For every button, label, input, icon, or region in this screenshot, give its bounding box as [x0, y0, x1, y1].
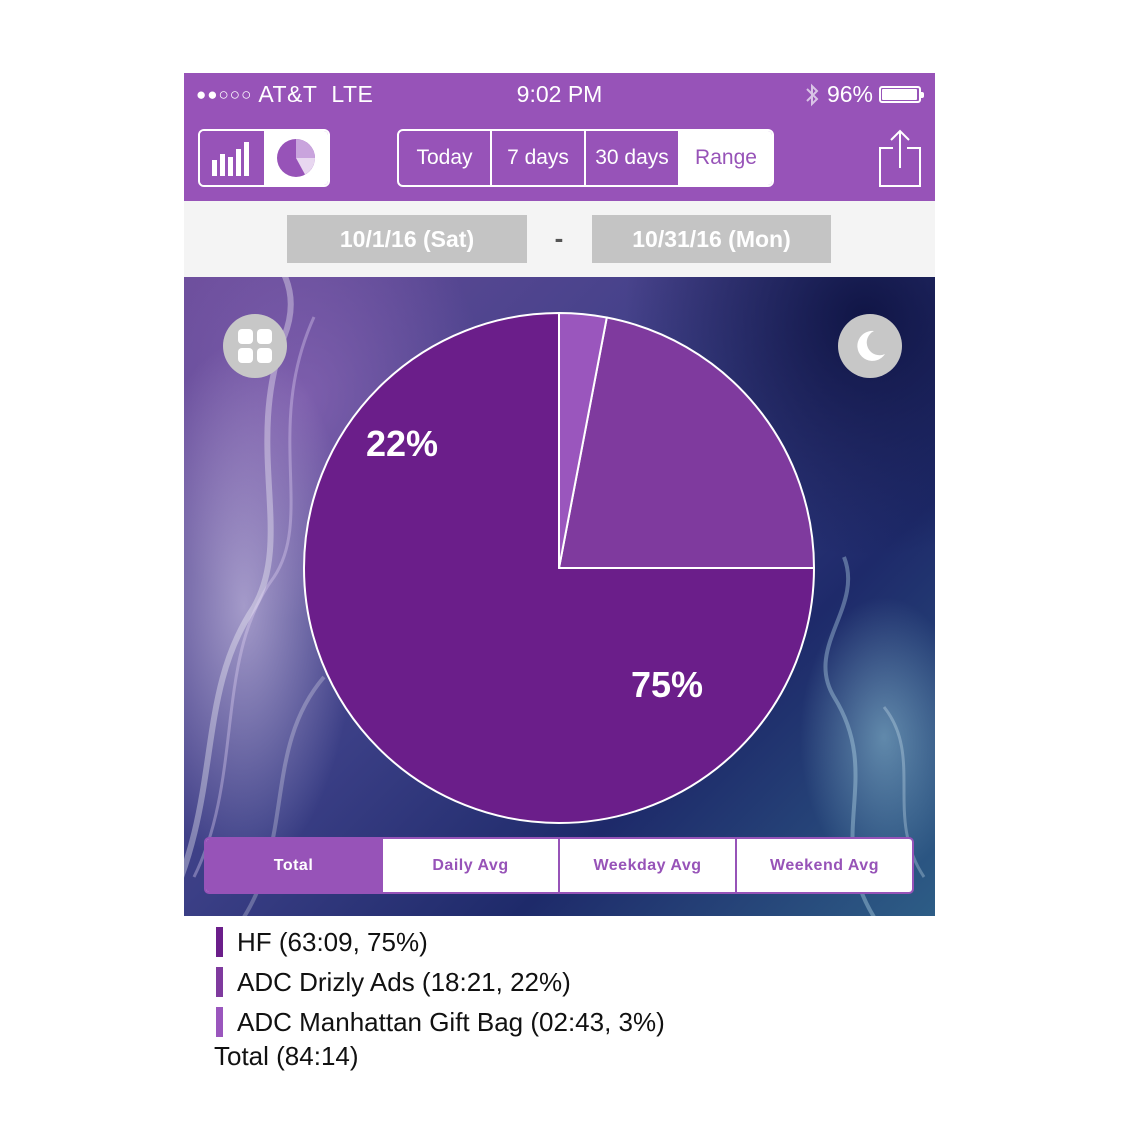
bluetooth-icon — [806, 83, 819, 106]
tab-weekend-avg[interactable]: Weekend Avg — [735, 839, 912, 892]
tab-range[interactable]: Range — [678, 131, 772, 185]
smoke-wisp — [192, 316, 316, 878]
range-tabs: Today 7 days 30 days Range — [397, 129, 774, 187]
battery-fill — [882, 89, 917, 100]
tab-7-days[interactable]: 7 days — [490, 131, 584, 185]
date-range-bar: 10/1/16 (Sat) - 10/31/16 (Mon) — [184, 201, 935, 277]
legend-swatch — [216, 1007, 223, 1037]
grid-icon — [238, 329, 272, 363]
share-icon[interactable] — [878, 128, 922, 188]
end-date-button[interactable]: 10/31/16 (Mon) — [592, 215, 831, 263]
tab-today[interactable]: Today — [399, 131, 490, 185]
view-toggle — [198, 129, 330, 187]
date-separator: - — [554, 223, 564, 253]
status-bar: ●●○○○ AT&T LTE 9:02 PM 96% — [184, 73, 935, 115]
pie-chart — [184, 277, 926, 916]
bar-view-button[interactable] — [200, 131, 264, 185]
night-mode-button[interactable] — [838, 314, 902, 378]
status-right: 96% — [803, 81, 924, 108]
grid-menu-button[interactable] — [223, 314, 287, 378]
pie-chart-icon — [277, 139, 315, 177]
pie-data-label: 22% — [366, 423, 439, 464]
pie-slices — [303, 312, 815, 824]
legend-swatch — [216, 967, 223, 997]
app-screen: ●●○○○ AT&T LTE 9:02 PM 96% Today 7 days … — [184, 73, 935, 1083]
pie-data-label: 75% — [631, 664, 704, 705]
legend-item: ADC Manhattan Gift Bag (02:43, 3%) — [216, 1002, 916, 1042]
tab-30-days[interactable]: 30 days — [584, 131, 678, 185]
legend-label: ADC Manhattan Gift Bag (02:43, 3%) — [237, 1006, 665, 1037]
tab-total[interactable]: Total — [206, 839, 381, 892]
stat-tabs: Total Daily Avg Weekday Avg Weekend Avg — [204, 837, 914, 894]
tab-daily-avg[interactable]: Daily Avg — [381, 839, 558, 892]
legend-item: HF (63:09, 75%) — [216, 922, 916, 962]
legend-item: ADC Drizly Ads (18:21, 22%) — [216, 962, 916, 1002]
bar-chart-icon — [212, 142, 249, 176]
legend-label: ADC Drizly Ads (18:21, 22%) — [237, 966, 571, 997]
legend-label: HF (63:09, 75%) — [237, 926, 428, 957]
legend: HF (63:09, 75%) ADC Drizly Ads (18:21, 2… — [216, 922, 916, 1042]
start-date-button[interactable]: 10/1/16 (Sat) — [287, 215, 527, 263]
pie-view-button[interactable] — [264, 131, 328, 185]
chart-area: 22% 75% Total Daily Avg Weekday Avg Week… — [184, 277, 935, 916]
legend-swatch — [216, 927, 223, 957]
battery-icon — [879, 86, 924, 103]
total-label: Total (84:14) — [214, 1041, 359, 1071]
moon-icon — [857, 330, 885, 361]
toolbar: Today 7 days 30 days Range — [184, 115, 935, 201]
battery-percent: 96% — [826, 81, 873, 107]
tab-weekday-avg[interactable]: Weekday Avg — [558, 839, 735, 892]
